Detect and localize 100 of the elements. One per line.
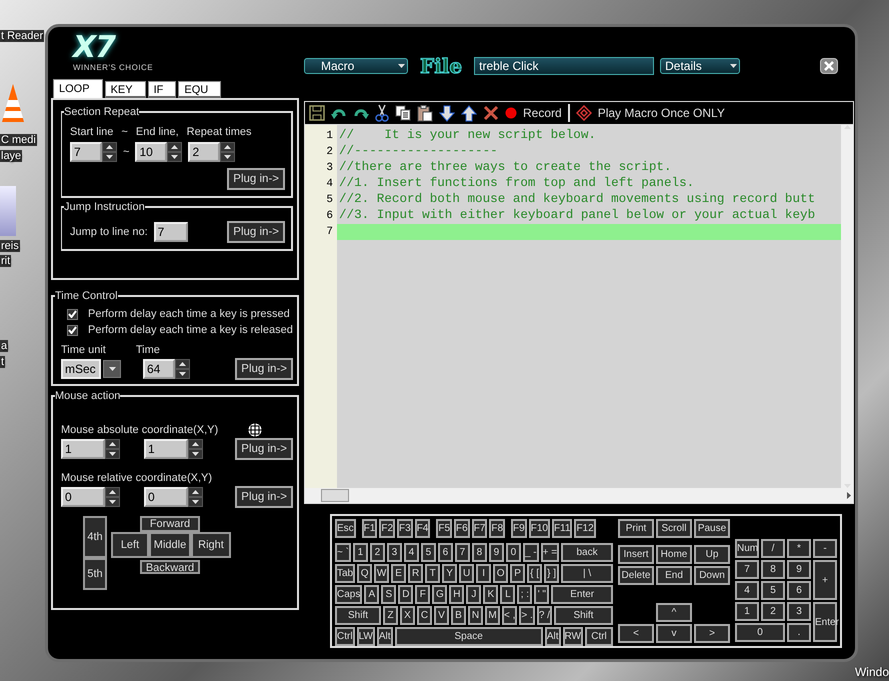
keyboard-key[interactable]: P: [510, 564, 526, 583]
spin-down-button[interactable]: [102, 152, 117, 162]
spin-up-button[interactable]: [188, 439, 203, 449]
keyboard-key[interactable]: B: [451, 606, 466, 625]
spin-down-button[interactable]: [175, 369, 190, 379]
keyboard-key[interactable]: U: [459, 564, 474, 583]
plug-in-button[interactable]: Plug in->: [235, 486, 293, 508]
keyboard-key[interactable]: Z: [383, 606, 398, 625]
keyboard-key[interactable]: Shift: [554, 606, 613, 625]
spin-down-button[interactable]: [105, 497, 120, 507]
keyboard-key[interactable]: X: [400, 606, 415, 625]
keyboard-key[interactable]: RW: [562, 627, 583, 646]
keyboard-key[interactable]: 3: [787, 602, 811, 621]
spin-down-button[interactable]: [105, 449, 120, 459]
keyboard-key[interactable]: +: [813, 560, 837, 600]
keyboard-key[interactable]: 9: [488, 543, 504, 562]
spin-down-button[interactable]: [188, 449, 203, 459]
vertical-scrollbar[interactable]: [841, 125, 853, 488]
keyboard-key[interactable]: F5: [436, 519, 452, 538]
keyboard-key[interactable]: F2: [379, 519, 396, 538]
keyboard-key[interactable]: F11: [552, 519, 572, 538]
keyboard-key[interactable]: V: [434, 606, 449, 625]
keyboard-key[interactable]: W: [374, 564, 390, 583]
keyboard-key[interactable]: v: [656, 624, 692, 643]
mouse-button[interactable]: Middle: [149, 532, 191, 558]
keyboard-key[interactable]: 2: [761, 602, 785, 621]
macro-dropdown[interactable]: Macro: [304, 58, 408, 74]
number-field[interactable]: 10: [135, 142, 168, 162]
number-field[interactable]: 0: [144, 487, 188, 507]
keyboard-key[interactable]: F10: [528, 519, 550, 538]
keyboard-key[interactable]: Shift: [335, 606, 381, 625]
spin-down-button[interactable]: [220, 152, 236, 162]
keyboard-key[interactable]: 2: [370, 543, 385, 562]
mouse-button[interactable]: Backward: [140, 560, 200, 574]
keyboard-key[interactable]: ? /: [536, 606, 552, 625]
spin-up-button[interactable]: [167, 142, 182, 152]
keyboard-key[interactable]: back: [561, 543, 613, 562]
keyboard-key[interactable]: 6: [787, 581, 811, 600]
keyboard-key[interactable]: LW: [356, 627, 375, 646]
keyboard-key[interactable]: R: [408, 564, 424, 583]
keyboard-key[interactable]: -: [813, 539, 837, 558]
keyboard-key[interactable]: 3: [386, 543, 402, 562]
spin-up-button[interactable]: [102, 142, 117, 152]
keyboard-key[interactable]: F12: [574, 519, 596, 538]
keyboard-key[interactable]: O: [493, 564, 508, 583]
keyboard-key[interactable]: F8: [489, 519, 506, 538]
plug-in-button[interactable]: Plug in->: [235, 358, 293, 380]
save-icon[interactable]: [309, 105, 325, 121]
keyboard-key[interactable]: 0: [735, 623, 785, 642]
mouse-button[interactable]: Left: [111, 532, 149, 558]
keyboard-key[interactable]: Pause: [694, 519, 730, 538]
spin-down-button[interactable]: [188, 497, 203, 507]
spin-up-button[interactable]: [220, 142, 236, 152]
tab[interactable]: LOOP: [53, 79, 103, 98]
keyboard-key[interactable]: Print: [618, 519, 654, 538]
keyboard-key[interactable]: + =: [540, 543, 560, 562]
keyboard-key[interactable]: Alt: [544, 627, 561, 646]
keyboard-key[interactable]: Scroll: [656, 519, 692, 538]
spin-down-button[interactable]: [167, 152, 182, 162]
keyboard-key[interactable]: Enter: [551, 585, 613, 604]
number-field[interactable]: 7: [154, 222, 188, 242]
keyboard-key[interactable]: S: [381, 585, 396, 604]
record-button[interactable]: Record: [505, 106, 562, 120]
keyboard-key[interactable]: L: [500, 585, 516, 604]
keyboard-key[interactable]: 5: [420, 543, 436, 562]
keyboard-key[interactable]: 8: [472, 543, 487, 562]
paste-icon[interactable]: [417, 104, 433, 122]
tab[interactable]: KEY: [104, 81, 146, 98]
plug-in-button[interactable]: Plug in->: [227, 168, 285, 190]
keyboard-key[interactable]: 5: [761, 581, 785, 600]
plug-in-button[interactable]: Plug in->: [227, 221, 285, 243]
number-field[interactable]: 64: [143, 359, 175, 379]
keyboard-key[interactable]: Down: [694, 566, 730, 585]
close-button[interactable]: [820, 58, 838, 74]
keyboard-key[interactable]: 1: [352, 543, 368, 562]
checkbox[interactable]: [67, 324, 78, 336]
keyboard-key[interactable]: End: [656, 566, 692, 585]
mouse-button[interactable]: 5th: [83, 558, 107, 590]
keyboard-key[interactable]: K: [483, 585, 498, 604]
number-field[interactable]: 0: [61, 487, 105, 507]
keyboard-key[interactable]: 9: [787, 560, 811, 579]
checkbox[interactable]: [67, 308, 78, 320]
horizontal-scrollbar[interactable]: [305, 488, 853, 503]
keyboard-key[interactable]: F4: [414, 519, 430, 538]
up-arrow-icon[interactable]: [461, 104, 477, 122]
tab[interactable]: EQU: [178, 81, 222, 98]
keyboard-key[interactable]: Space: [394, 627, 543, 646]
mouse-button[interactable]: Right: [191, 532, 231, 558]
keyboard-key[interactable]: >: [694, 624, 730, 643]
keyboard-key[interactable]: Up: [694, 545, 730, 564]
tab[interactable]: IF: [148, 81, 176, 98]
mouse-button[interactable]: Forward: [140, 516, 200, 532]
number-field[interactable]: 2: [188, 142, 220, 162]
number-field[interactable]: 1: [144, 439, 188, 459]
keyboard-key[interactable]: G: [432, 585, 448, 604]
keyboard-key[interactable]: /: [761, 539, 785, 558]
keyboard-key[interactable]: < ,: [502, 606, 518, 625]
keyboard-key[interactable]: D: [398, 585, 414, 604]
keyboard-key[interactable]: ' ": [534, 585, 550, 604]
keyboard-key[interactable]: F: [415, 585, 430, 604]
